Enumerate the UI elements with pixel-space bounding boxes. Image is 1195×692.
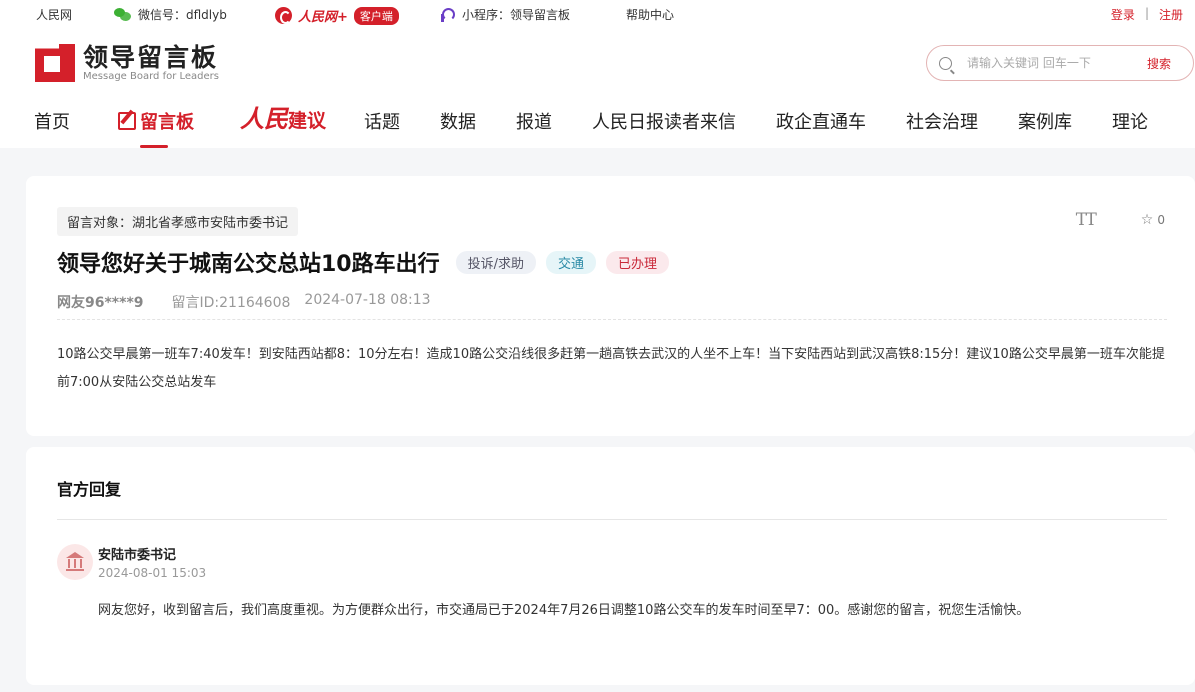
search-icon xyxy=(939,56,952,70)
reply-heading: 官方回复 xyxy=(57,480,122,499)
miniprogram-icon xyxy=(440,7,456,23)
nav-cases[interactable]: 案例库 xyxy=(1018,112,1072,148)
search-box: 搜索 xyxy=(926,45,1194,81)
message-time: 2024-07-18 08:13 xyxy=(304,292,431,308)
search-button[interactable]: 搜索 xyxy=(1147,55,1171,72)
tag-complaint: 投诉/求助 xyxy=(455,250,537,274)
login-link[interactable]: 登录 xyxy=(1111,6,1135,23)
nav-theory[interactable]: 理论 xyxy=(1112,112,1148,148)
auth-links: 登录 | 注册 xyxy=(1111,6,1183,23)
message-content: 10路公交早晨第一班车7:40发车！到安陆西站都8：10分左右！造成10路公交沿… xyxy=(57,347,1165,390)
logo-mark-icon xyxy=(35,44,75,82)
avatar xyxy=(57,544,93,580)
font-size-icon[interactable]: TT xyxy=(1076,210,1097,230)
favorite-button[interactable]: ☆ 0 xyxy=(1141,212,1165,228)
people-net-link[interactable]: 人民网 xyxy=(36,6,72,23)
main-nav: 首页 留言板 人民建议 话题 数据 报道 人民日报读者来信 政企直通车 社会治理… xyxy=(0,107,1195,148)
message-meta: 网友96****9 留言ID:21164608 2024-07-18 08:13 xyxy=(57,292,431,312)
edit-icon xyxy=(118,112,136,130)
register-link[interactable]: 注册 xyxy=(1159,6,1183,23)
divider xyxy=(57,319,1167,320)
nav-reader-letters[interactable]: 人民日报读者来信 xyxy=(592,112,736,148)
site-logo[interactable]: 领导留言板 Message Board for Leaders xyxy=(35,44,219,82)
tag-status: 已办理 xyxy=(606,250,670,274)
logo-subtitle: Message Board for Leaders xyxy=(83,70,220,82)
top-bar: 人民网 微信号：dfldlyb 人民网+ 客户端 小程序：领导留言板 帮助中心 … xyxy=(0,0,1195,30)
nav-topics[interactable]: 话题 xyxy=(364,112,400,148)
message-title-row: 领导您好关于城南公交总站10路车出行 投诉/求助 交通 已办理 xyxy=(57,246,670,278)
message-card: 留言对象：湖北省孝感市安陆市委书记 TT ☆ 0 领导您好关于城南公交总站10路… xyxy=(26,176,1195,436)
nav-reports[interactable]: 报道 xyxy=(516,112,552,148)
search-input[interactable] xyxy=(967,56,1137,70)
star-icon: ☆ xyxy=(1140,212,1154,228)
tag-traffic: 交通 xyxy=(546,250,597,274)
wechat-account[interactable]: 微信号：dfldlyb xyxy=(114,6,227,23)
message-user: 网友96****9 xyxy=(57,295,144,311)
reply-time: 2024-08-01 15:03 xyxy=(98,566,207,580)
message-title: 领导您好关于城南公交总站10路车出行 xyxy=(57,252,440,277)
reply-body: 网友您好，收到留言后，我们高度重视。为方便群众出行，市交通局已于2024年7月2… xyxy=(98,603,1030,618)
nav-governance[interactable]: 社会治理 xyxy=(906,112,978,148)
reply-card: 官方回复 安陆市委书记 2024-08-01 15:03 网友您好，收到留言后，… xyxy=(26,447,1195,685)
site-header: 领导留言板 Message Board for Leaders 搜索 首页 留言… xyxy=(0,30,1195,148)
star-count: 0 xyxy=(1157,213,1165,227)
nav-people-suggestion[interactable]: 人民建议 xyxy=(240,107,326,144)
nav-enterprise[interactable]: 政企直通车 xyxy=(776,112,866,148)
message-target: 留言对象：湖北省孝感市安陆市委书记 xyxy=(57,207,299,236)
message-id: 留言ID:21164608 xyxy=(171,295,291,311)
people-app-icon xyxy=(275,7,292,24)
message-tools: TT ☆ 0 xyxy=(1076,210,1165,230)
miniprogram-link[interactable]: 小程序：领导留言板 xyxy=(440,6,570,23)
reply-author: 安陆市委书记 xyxy=(98,548,177,563)
government-building-icon xyxy=(66,552,84,572)
divider xyxy=(57,519,1167,520)
nav-data[interactable]: 数据 xyxy=(440,112,476,148)
help-center-link[interactable]: 帮助中心 xyxy=(626,6,674,23)
nav-home[interactable]: 首页 xyxy=(34,112,70,148)
app-client-link[interactable]: 人民网+ 客户端 xyxy=(275,6,399,25)
auth-separator: | xyxy=(1144,6,1149,20)
wechat-icon xyxy=(114,7,132,22)
nav-message-board[interactable]: 留言板 xyxy=(118,112,194,148)
logo-title: 领导留言板 xyxy=(83,42,219,72)
